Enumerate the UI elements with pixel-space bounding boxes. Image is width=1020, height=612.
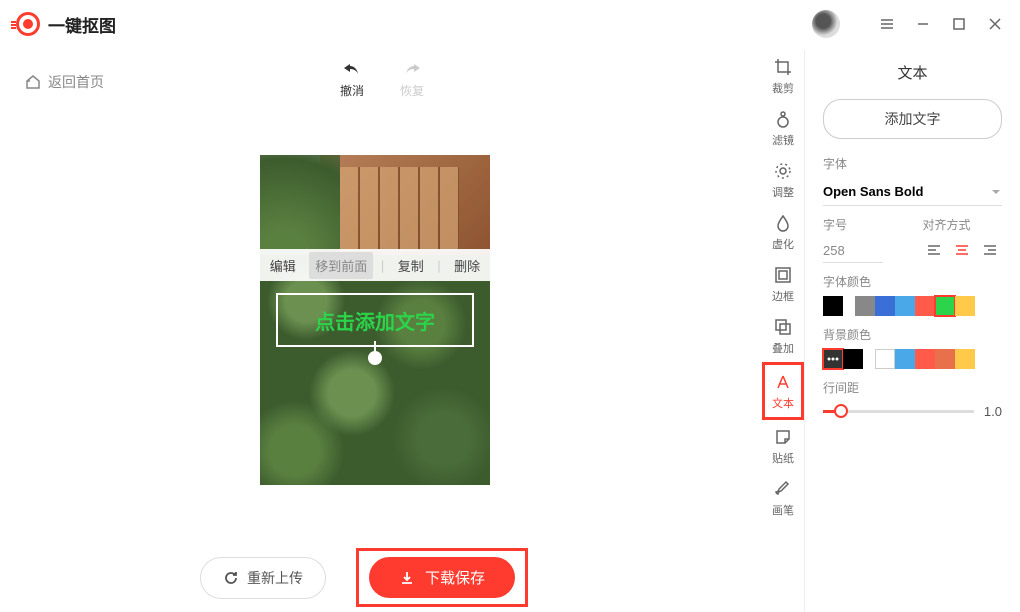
app-logo: 一键抠图	[16, 12, 116, 37]
tool-border[interactable]: 边框	[762, 258, 804, 310]
color-swatch[interactable]	[935, 349, 955, 369]
tool-blur[interactable]: 虚化	[762, 206, 804, 258]
reupload-button[interactable]: 重新上传	[200, 557, 326, 599]
font-select[interactable]: Open Sans Bold	[823, 178, 1002, 206]
color-swatch[interactable]	[955, 296, 975, 316]
line-spacing-value: 1.0	[984, 404, 1002, 419]
align-left-button[interactable]	[923, 239, 945, 261]
color-swatch[interactable]	[843, 349, 863, 369]
align-label: 对齐方式	[923, 216, 1003, 233]
user-avatar[interactable]	[812, 10, 840, 38]
font-value: Open Sans Bold	[823, 184, 923, 199]
ctx-bring-front[interactable]: 移到前面	[309, 252, 373, 279]
download-button[interactable]: 下载保存	[369, 557, 515, 598]
text-context-menu: 编辑 移到前面 | 复制 | 删除	[260, 249, 490, 281]
refresh-icon	[223, 570, 239, 586]
download-icon	[399, 570, 415, 586]
tool-adjust[interactable]: 调整	[762, 154, 804, 206]
logo-icon	[16, 12, 40, 36]
undo-button[interactable]: 撤消	[340, 62, 364, 99]
tool-text[interactable]: 文本	[762, 362, 804, 420]
tool-sticker[interactable]: 贴纸	[762, 420, 804, 472]
color-swatch[interactable]	[935, 296, 955, 316]
size-input[interactable]	[823, 239, 883, 263]
tool-rail: 裁剪 滤镜 调整 虚化 边框 叠加 文本 贴纸 画笔	[762, 50, 804, 524]
back-home-link[interactable]: 返回首页	[24, 72, 104, 92]
menu-icon[interactable]	[878, 15, 896, 33]
tool-overlay[interactable]: 叠加	[762, 310, 804, 362]
canvas[interactable]: 编辑 移到前面 | 复制 | 删除 点击添加文字	[260, 155, 490, 485]
align-right-button[interactable]	[979, 239, 1001, 261]
home-icon	[24, 73, 42, 91]
color-swatch[interactable]	[823, 349, 843, 369]
bg-color-swatches	[823, 349, 1002, 369]
reupload-label: 重新上传	[247, 568, 303, 588]
redo-button: 恢复	[400, 62, 424, 99]
undo-icon	[342, 62, 362, 78]
line-spacing-label: 行间距	[823, 379, 1002, 396]
bg-color-label: 背景颜色	[823, 326, 1002, 343]
download-highlight: 下载保存	[356, 548, 528, 607]
color-swatch[interactable]	[895, 296, 915, 316]
close-button[interactable]	[986, 15, 1004, 33]
font-color-swatches	[823, 296, 1002, 316]
color-swatch[interactable]	[823, 296, 843, 316]
color-swatch[interactable]	[895, 349, 915, 369]
color-swatch[interactable]	[875, 296, 895, 316]
undo-label: 撤消	[340, 82, 364, 99]
redo-icon	[402, 62, 422, 78]
rotate-handle[interactable]	[368, 351, 382, 365]
text-placeholder: 点击添加文字	[315, 306, 435, 335]
redo-label: 恢复	[400, 82, 424, 99]
size-label: 字号	[823, 216, 903, 233]
minimize-button[interactable]	[914, 15, 932, 33]
ctx-delete[interactable]: 删除	[448, 256, 486, 275]
color-swatch[interactable]	[875, 349, 895, 369]
add-text-button[interactable]: 添加文字	[823, 99, 1002, 139]
slider-thumb[interactable]	[834, 404, 848, 418]
font-color-label: 字体颜色	[823, 273, 1002, 290]
app-title: 一键抠图	[48, 12, 116, 37]
color-swatch[interactable]	[855, 296, 875, 316]
tool-filter[interactable]: 滤镜	[762, 102, 804, 154]
back-home-label: 返回首页	[48, 72, 104, 92]
align-center-button[interactable]	[951, 239, 973, 261]
font-label: 字体	[823, 155, 1002, 172]
color-swatch[interactable]	[915, 349, 935, 369]
tool-crop[interactable]: 裁剪	[762, 50, 804, 102]
line-spacing-slider[interactable]	[823, 410, 974, 413]
color-swatch[interactable]	[915, 296, 935, 316]
chevron-down-icon	[990, 186, 1002, 198]
photo-image: 编辑 移到前面 | 复制 | 删除 点击添加文字	[260, 155, 490, 485]
ctx-edit[interactable]: 编辑	[264, 256, 302, 275]
tool-brush[interactable]: 画笔	[762, 472, 804, 524]
color-swatch[interactable]	[955, 349, 975, 369]
ctx-copy[interactable]: 复制	[392, 256, 430, 275]
maximize-button[interactable]	[950, 15, 968, 33]
panel-title: 文本	[823, 62, 1002, 83]
text-selection-box[interactable]: 点击添加文字	[276, 293, 474, 347]
download-label: 下载保存	[425, 567, 485, 588]
text-properties-panel: 文本 添加文字 字体 Open Sans Bold 字号 对齐方式 字体颜色 背…	[804, 50, 1020, 612]
